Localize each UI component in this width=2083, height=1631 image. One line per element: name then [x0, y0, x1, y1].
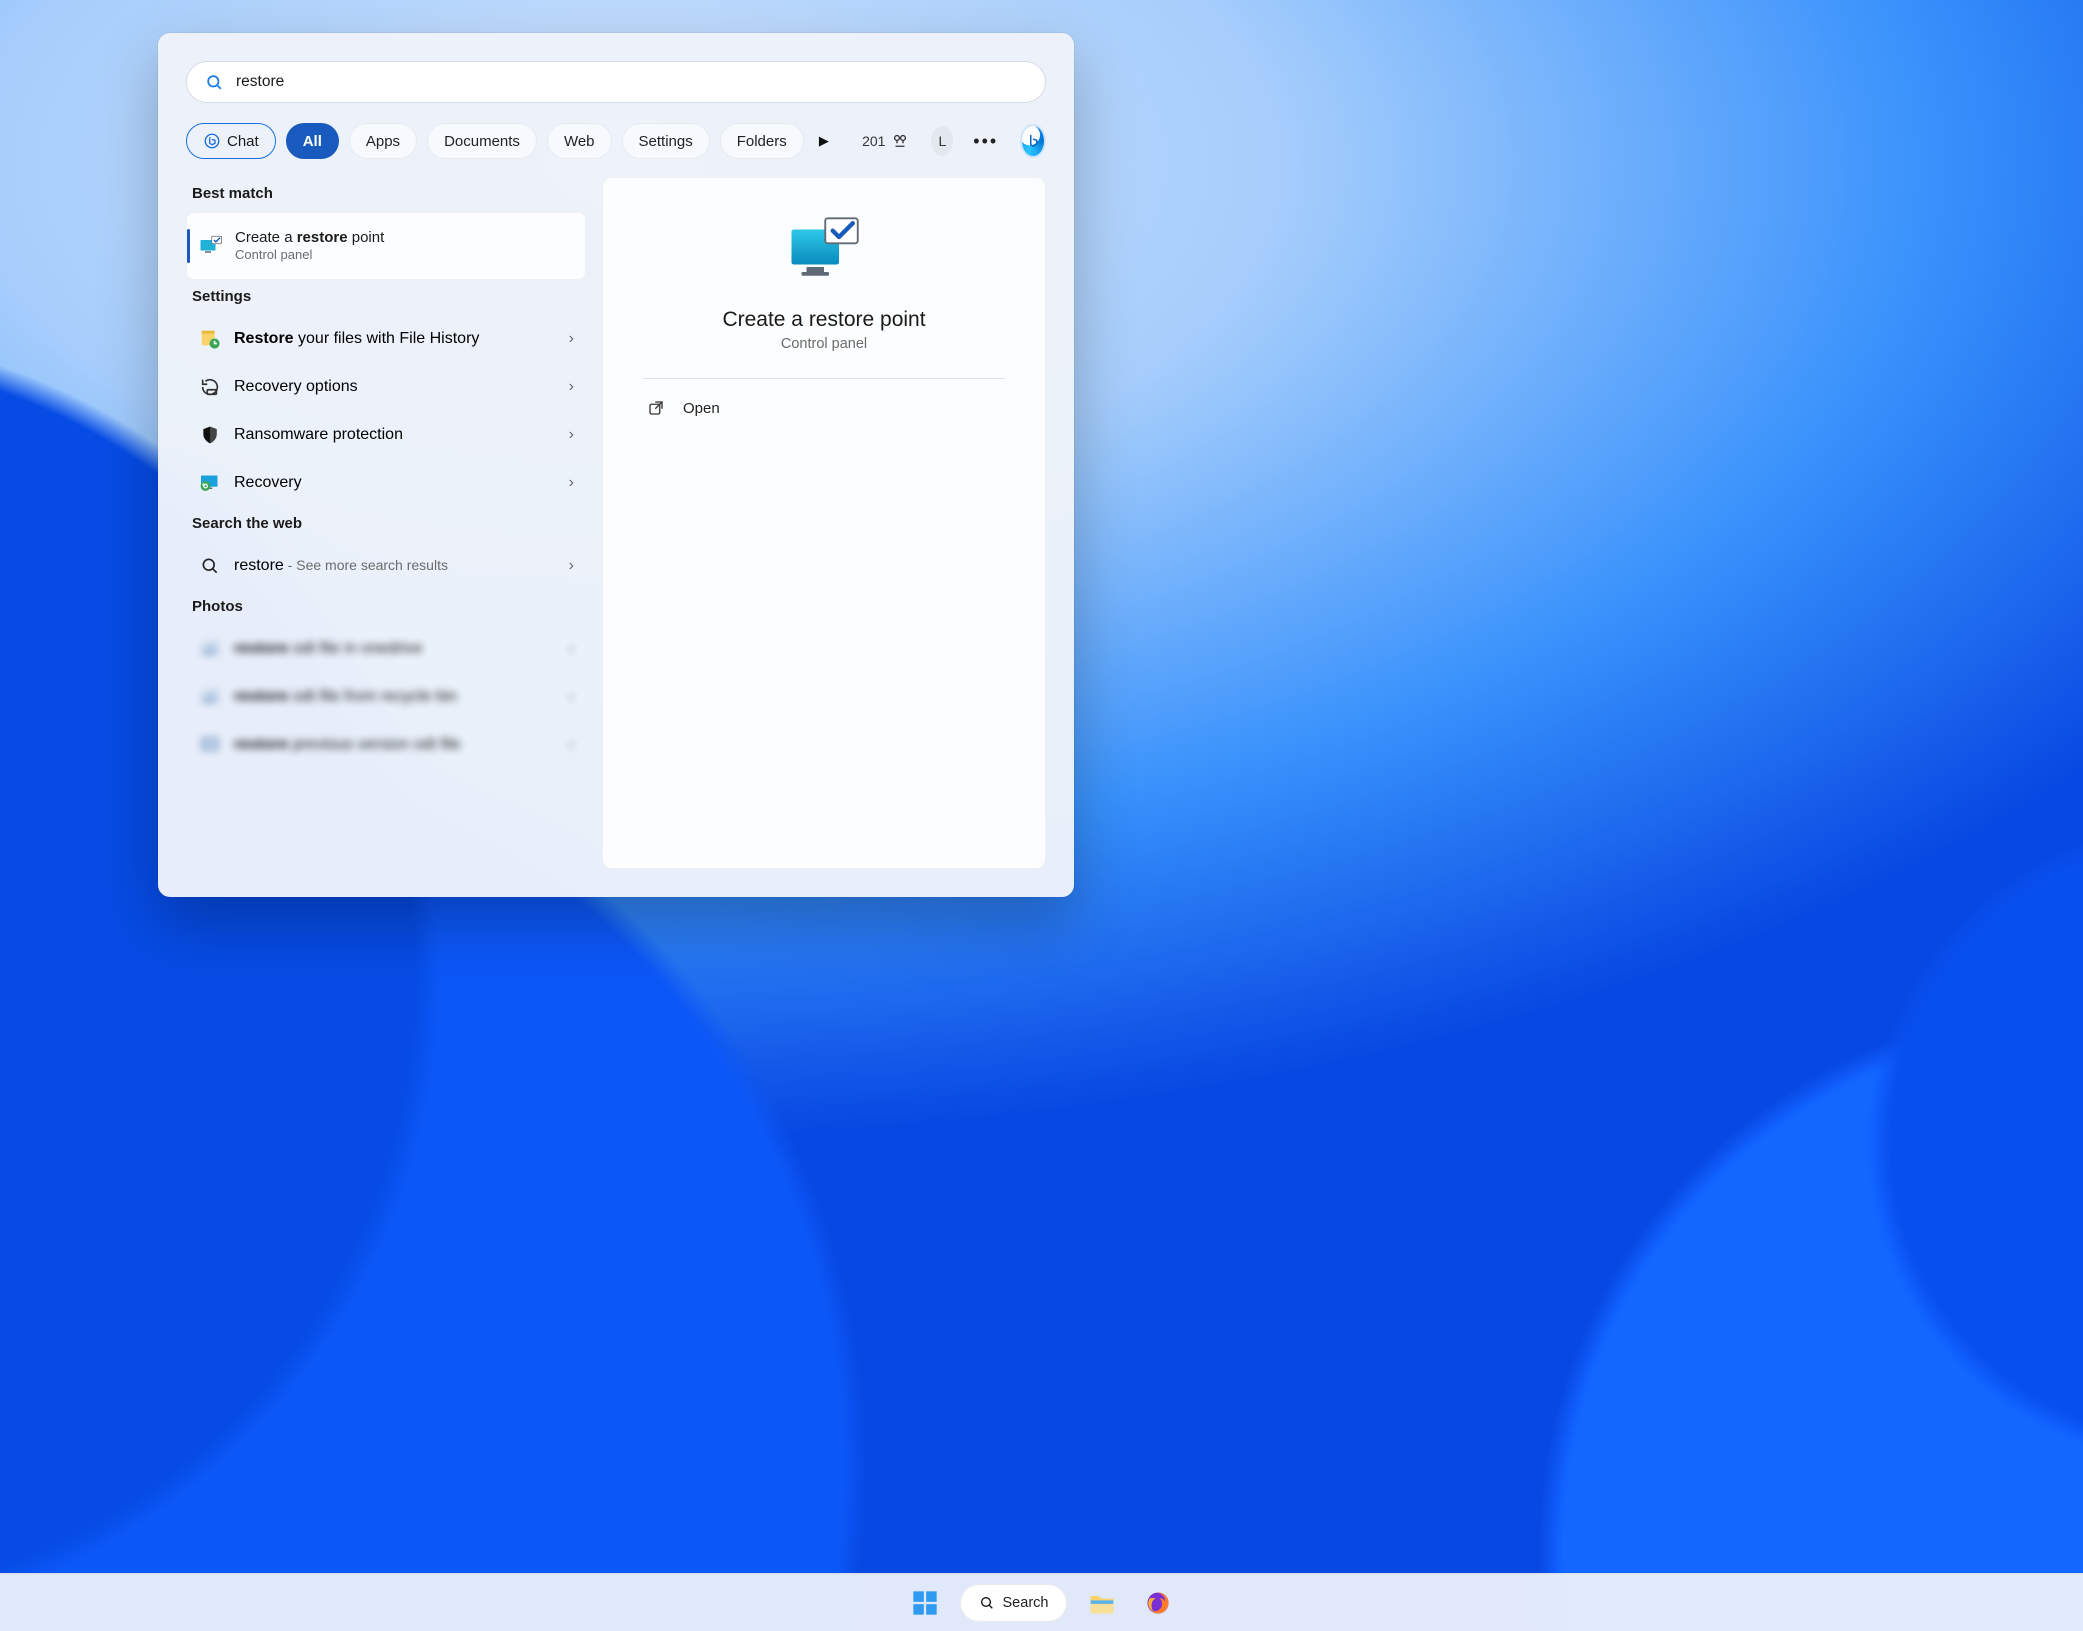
divider	[643, 378, 1005, 379]
open-external-icon	[647, 399, 665, 417]
open-action[interactable]: Open	[643, 389, 1005, 427]
settings-item-label: Restore your files with File History	[234, 330, 479, 348]
user-avatar[interactable]: L	[931, 126, 953, 156]
windows-logo-icon	[911, 1589, 939, 1617]
photos-item[interactable]: restore odt file from recycle bin ›	[186, 673, 586, 721]
chevron-right-icon: ›	[569, 474, 574, 492]
open-label: Open	[683, 400, 720, 417]
search-query-text[interactable]: restore	[236, 73, 1027, 91]
best-match-result[interactable]: Create a restore point Control panel	[186, 212, 586, 280]
best-match-header: Best match	[192, 185, 580, 202]
recovery-options-icon	[198, 375, 222, 399]
image-file-icon	[198, 733, 222, 757]
chevron-right-icon: ›	[569, 426, 574, 444]
file-history-icon	[198, 327, 222, 351]
chevron-right-icon: ›	[569, 557, 574, 575]
web-search-label: restore - See more search results	[234, 557, 448, 575]
settings-item-label: Recovery options	[234, 378, 358, 396]
firefox-icon	[1145, 1590, 1171, 1616]
chevron-right-icon: ›	[569, 330, 574, 348]
search-icon	[205, 73, 224, 92]
settings-header: Settings	[192, 288, 580, 305]
rewards-icon	[891, 132, 909, 150]
photos-item[interactable]: restore odt file in onedrive ›	[186, 625, 586, 673]
start-button[interactable]	[904, 1582, 946, 1624]
file-explorer-icon	[1088, 1589, 1116, 1617]
filter-web[interactable]: Web	[547, 123, 612, 159]
start-search-flyout: restore Chat All Apps Documents Web Sett…	[158, 33, 1074, 897]
web-search-item[interactable]: restore - See more search results ›	[186, 542, 586, 590]
taskbar: Search	[0, 1573, 2083, 1631]
taskbar-search[interactable]: Search	[960, 1584, 1068, 1622]
preview-pane: Create a restore point Control panel Ope…	[602, 177, 1046, 869]
preview-app-icon	[784, 212, 864, 292]
recovery-icon	[198, 471, 222, 495]
chevron-right-icon: ›	[569, 736, 574, 754]
image-file-icon	[198, 637, 222, 661]
settings-item-label: Ransomware protection	[234, 426, 403, 444]
results-left-column: Best match Create a restore point Contro…	[186, 177, 586, 869]
filter-row: Chat All Apps Documents Web Settings Fol…	[186, 123, 1046, 159]
chevron-right-icon: ›	[569, 640, 574, 658]
settings-item-file-history[interactable]: Restore your files with File History ›	[186, 315, 586, 363]
search-web-header: Search the web	[192, 515, 580, 532]
settings-item-recovery-options[interactable]: Recovery options ›	[186, 363, 586, 411]
settings-item-recovery[interactable]: Recovery ›	[186, 459, 586, 507]
bing-icon	[1024, 132, 1042, 150]
shield-icon	[198, 423, 222, 447]
photos-header: Photos	[192, 598, 580, 615]
filter-settings[interactable]: Settings	[622, 123, 710, 159]
filter-apps[interactable]: Apps	[349, 123, 417, 159]
system-properties-icon	[199, 234, 223, 258]
filter-documents[interactable]: Documents	[427, 123, 537, 159]
photos-item[interactable]: restore previous version odt file ›	[186, 721, 586, 769]
bing-chat-icon	[203, 132, 221, 150]
search-icon	[198, 554, 222, 578]
search-input-container[interactable]: restore	[186, 61, 1046, 103]
preview-subtitle: Control panel	[781, 336, 867, 352]
photos-results-blurred: restore odt file in onedrive › restore o…	[186, 625, 586, 769]
preview-title: Create a restore point	[722, 308, 925, 332]
settings-item-ransomware[interactable]: Ransomware protection ›	[186, 411, 586, 459]
chevron-right-icon: ›	[569, 688, 574, 706]
bing-button[interactable]	[1020, 124, 1046, 158]
filter-all[interactable]: All	[286, 123, 339, 159]
taskbar-firefox[interactable]	[1137, 1582, 1179, 1624]
filter-chat-label: Chat	[227, 133, 259, 150]
rewards-points[interactable]: 201	[862, 132, 909, 150]
taskbar-file-explorer[interactable]	[1081, 1582, 1123, 1624]
more-options-icon[interactable]: •••	[973, 131, 998, 152]
filter-chat[interactable]: Chat	[186, 123, 276, 159]
chevron-right-icon: ›	[569, 378, 574, 396]
settings-item-label: Recovery	[234, 474, 302, 492]
taskbar-search-label: Search	[1003, 1595, 1049, 1611]
best-match-title: Create a restore point	[235, 229, 384, 248]
more-filters-icon[interactable]: ▶	[814, 133, 834, 149]
best-match-subtitle: Control panel	[235, 247, 384, 263]
search-icon	[979, 1595, 995, 1611]
filter-folders[interactable]: Folders	[720, 123, 804, 159]
image-file-icon	[198, 685, 222, 709]
